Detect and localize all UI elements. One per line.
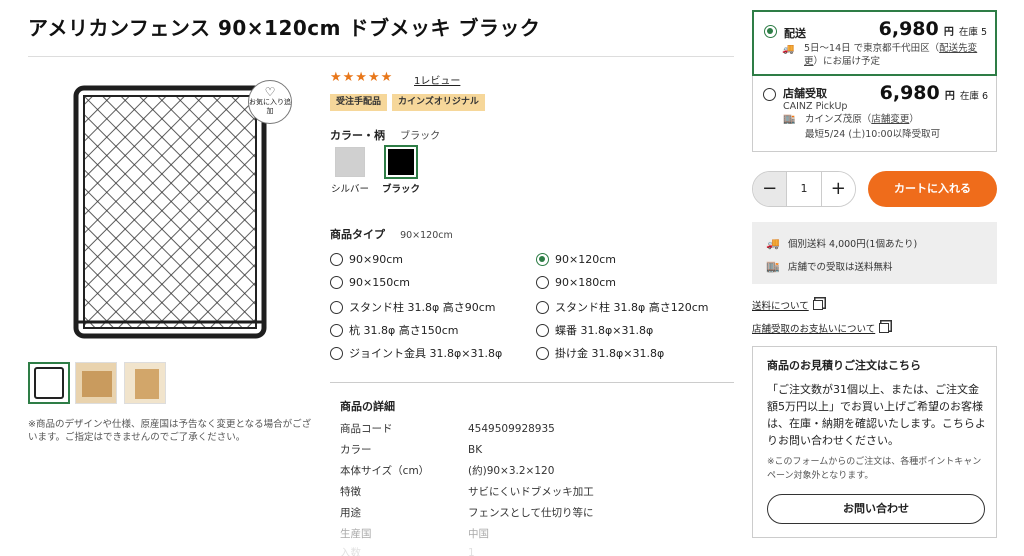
pickup-store: カインズ茂原（店舗変更） xyxy=(805,114,919,125)
pickup-sub: CAINZ PickUp xyxy=(783,101,848,112)
thumbnail-2[interactable] xyxy=(75,362,117,404)
quantity-input[interactable]: 1 xyxy=(786,172,822,206)
delivery-price-group: 6,980 円 在庫 5 xyxy=(878,18,987,40)
shipping-fee: 個別送料 4,000円(1個あたり) xyxy=(788,239,918,250)
contact-button[interactable]: お問い合わせ xyxy=(767,494,985,524)
shipping-info: 🚚 個別送料 4,000円(1個あたり) 🏬 店舗での受取は送料無料 xyxy=(752,222,997,284)
product-disclaimer: ※商品のデザインや仕様、原産国は予告なく変更となる場合がございます。ご指定はでき… xyxy=(28,419,312,443)
quantity-stepper: − 1 + xyxy=(752,171,856,207)
radio-selected-icon xyxy=(536,253,549,266)
rating-stars: ★★★★★ xyxy=(330,70,394,85)
radio-icon xyxy=(763,88,776,101)
pickup-price: 6,980 xyxy=(879,82,940,104)
type-option-90x180[interactable]: 90×180cm xyxy=(536,276,616,289)
store-icon: 🏬 xyxy=(783,114,796,125)
type-option-stand-120[interactable]: スタンド柱 31.8φ 高さ120cm xyxy=(536,299,709,315)
pickup-option[interactable]: 店舗受取 CAINZ PickUp 6,980 円 在庫 6 🏬 カインズ茂原（… xyxy=(752,76,997,152)
swatch-black-label: ブラック xyxy=(381,184,420,195)
badge-made-to-order: 受注手配品 xyxy=(330,94,388,111)
radio-icon xyxy=(330,346,343,360)
color-selected: ブラック xyxy=(400,131,441,142)
payment-link-row: 店舗受取のお支払いについて xyxy=(752,317,890,336)
thumbnail-3[interactable] xyxy=(124,362,166,404)
radio-selected-icon xyxy=(764,25,777,38)
radio-icon xyxy=(536,346,549,360)
color-heading: カラー・柄 ブラック xyxy=(330,124,440,143)
quantity-decrement-button[interactable]: − xyxy=(753,172,787,206)
pickup-free: 店舗での受取は送料無料 xyxy=(788,262,893,273)
add-to-cart-button[interactable]: カートに入れる xyxy=(868,171,997,207)
type-option-joint[interactable]: ジョイント金具 31.8φ×31.8φ xyxy=(330,345,502,361)
external-link-icon xyxy=(879,323,890,333)
estimate-body: 「ご注文数が31個以上、または、ご注文金額5万円以上」でお買い上げご希望のお客様… xyxy=(767,383,986,447)
detail-row: 用途 フェンスとして仕切り等に xyxy=(340,507,594,519)
radio-icon xyxy=(536,323,549,337)
shipping-link[interactable]: 送料について xyxy=(752,301,809,312)
swatch-silver-label: シルバー xyxy=(330,184,369,195)
detail-row: 商品コード 4549509928935 xyxy=(340,423,555,435)
review-link[interactable]: 1レビュー xyxy=(414,72,460,87)
radio-icon xyxy=(330,276,343,289)
product-image[interactable] xyxy=(70,82,270,342)
type-option-90x90[interactable]: 90×90cm xyxy=(330,253,403,266)
favorite-button[interactable]: ♡ お気に入り追加 xyxy=(248,80,292,124)
favorite-label: お気に入り追加 xyxy=(249,98,291,115)
truck-icon: 🚚 xyxy=(766,236,780,250)
radio-icon xyxy=(330,253,343,266)
type-option-90x150[interactable]: 90×150cm xyxy=(330,276,410,289)
type-heading: 商品タイプ 90×120cm xyxy=(330,223,453,242)
swatch-black[interactable] xyxy=(384,145,418,179)
pickup-price-group: 6,980 円 在庫 6 xyxy=(879,82,988,104)
details-title: 商品の詳細 xyxy=(340,400,395,413)
detail-row: 特徴 サビにくいドブメッキ加工 xyxy=(340,486,594,498)
truck-icon: 🚚 xyxy=(782,44,795,55)
delivery-label: 配送 xyxy=(784,27,806,40)
pickup-stock: 在庫 6 xyxy=(959,91,988,102)
type-selected: 90×120cm xyxy=(400,230,453,241)
radio-icon xyxy=(536,300,549,314)
swatch-silver[interactable] xyxy=(335,147,365,177)
estimate-title: 商品のお見積りご注文はこちら xyxy=(767,359,921,372)
type-option-latch[interactable]: 掛け金 31.8φ×31.8φ xyxy=(536,345,664,361)
heart-icon: ♡ xyxy=(264,85,276,99)
swatch-black-fill xyxy=(388,149,414,175)
quantity-increment-button[interactable]: + xyxy=(821,172,855,206)
shipping-link-row: 送料について xyxy=(752,294,823,313)
detail-row: 本体サイズ（cm） (約)90×3.2×120 xyxy=(340,465,555,477)
type-option-stand-90[interactable]: スタンド柱 31.8φ 高さ90cm xyxy=(330,299,496,315)
color-label: カラー・柄 xyxy=(330,129,385,142)
title-divider xyxy=(28,56,734,57)
delivery-option[interactable]: 配送 6,980 円 在庫 5 🚚 5日～14日 で東京都千代田区（配送先変更）… xyxy=(752,10,997,76)
type-option-stake-150[interactable]: 杭 31.8φ 高さ150cm xyxy=(330,322,459,338)
detail-row: カラー BK xyxy=(340,444,483,456)
radio-icon xyxy=(330,323,343,337)
type-label: 商品タイプ xyxy=(330,228,385,241)
pickup-date: 最短5/24 (土)10:00以降受取可 xyxy=(805,129,941,140)
estimate-note: ※このフォームからのご注文は、各種ポイントキャンペーン対象外となります。 xyxy=(767,457,982,481)
details-divider xyxy=(330,382,734,383)
store-icon: 🏬 xyxy=(766,259,780,273)
delivery-stock: 在庫 5 xyxy=(958,27,987,38)
pickup-label: 店舗受取 xyxy=(783,87,827,100)
delivery-price: 6,980 xyxy=(878,18,939,40)
type-option-hinge[interactable]: 蝶番 31.8φ×31.8φ xyxy=(536,322,653,338)
thumbnail-1[interactable] xyxy=(28,362,70,404)
radio-icon xyxy=(536,276,549,289)
pickup-payment-link[interactable]: 店舗受取のお支払いについて xyxy=(752,324,875,335)
radio-icon xyxy=(330,300,343,314)
badge-cainz-original: カインズオリジナル xyxy=(392,94,485,111)
detail-row: 生産国 中国 xyxy=(340,528,489,540)
change-store-link[interactable]: 店舗変更 xyxy=(871,114,909,125)
external-link-icon xyxy=(812,300,823,310)
estimate-box: 商品のお見積りご注文はこちら 「ご注文数が31個以上、または、ご注文金額5万円以… xyxy=(752,346,997,538)
detail-row: 入数 1 xyxy=(340,547,475,556)
product-title: アメリカンフェンス 90×120cm ドブメッキ ブラック xyxy=(28,16,541,40)
delivery-date: 5日～14日 で東京都千代田区（配送先変更）にお届け予定 xyxy=(804,43,978,67)
type-option-90x120[interactable]: 90×120cm xyxy=(536,253,616,266)
